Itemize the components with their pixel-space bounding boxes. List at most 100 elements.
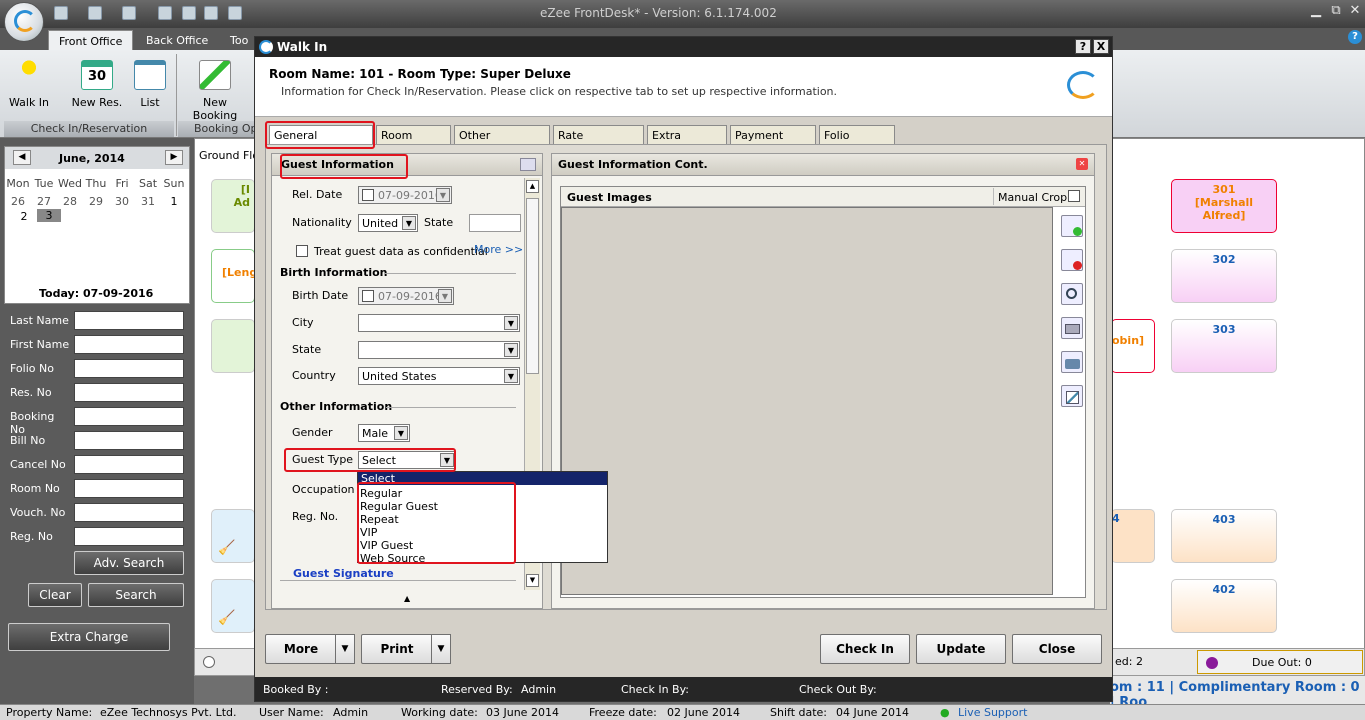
more-button[interactable]: More bbox=[265, 634, 337, 664]
zoom-image-icon[interactable] bbox=[1061, 283, 1083, 305]
room-402[interactable]: 402 bbox=[1171, 579, 1277, 633]
tab-room-sharing[interactable]: Room Sharing bbox=[376, 125, 451, 155]
room-card[interactable]: [Leng bbox=[211, 249, 257, 303]
tab-tools[interactable]: Too bbox=[220, 30, 258, 50]
birth-date-checkbox[interactable] bbox=[362, 290, 374, 302]
room-301[interactable]: 301 [Marshall Alfred] bbox=[1171, 179, 1277, 233]
room-card-dirty[interactable]: 🧹 bbox=[211, 579, 255, 633]
tab-extra-charges[interactable]: Extra Charges bbox=[647, 125, 727, 155]
next-month-button[interactable]: ▶ bbox=[165, 150, 183, 165]
res-no-input[interactable] bbox=[74, 383, 184, 402]
chevron-down-icon[interactable]: ▼ bbox=[504, 316, 518, 330]
adv-search-button[interactable]: Adv. Search bbox=[74, 551, 184, 575]
city-select[interactable]: ▼ bbox=[358, 314, 520, 332]
clear-button[interactable]: Clear bbox=[28, 583, 82, 607]
db-icon[interactable] bbox=[54, 6, 68, 20]
chevron-down-icon[interactable]: ▼ bbox=[436, 188, 450, 202]
chevron-down-icon[interactable]: ▼ bbox=[402, 216, 416, 230]
screen-icon[interactable] bbox=[88, 6, 102, 20]
room-card[interactable]: [I Ad bbox=[211, 179, 255, 233]
manual-crop-checkbox[interactable] bbox=[1068, 190, 1080, 202]
print-image-icon[interactable] bbox=[1061, 317, 1083, 339]
list-button[interactable]: List bbox=[132, 58, 168, 118]
floor-tab[interactable]: Ground Flo bbox=[199, 149, 259, 162]
room-303[interactable]: 303 bbox=[1171, 319, 1277, 373]
bill-no-input[interactable] bbox=[74, 431, 184, 450]
new-res-button[interactable]: 30 New Res. bbox=[70, 58, 124, 118]
close-app-button[interactable]: ✕ bbox=[1347, 3, 1363, 19]
print-dropdown-icon[interactable]: ▼ bbox=[431, 634, 451, 664]
room-card-dirty[interactable]: 🧹 bbox=[211, 509, 255, 563]
scroll-up-button[interactable]: ▲ bbox=[526, 180, 539, 193]
room-302[interactable]: 302 bbox=[1171, 249, 1277, 303]
dialog-close-icon[interactable]: X bbox=[1093, 39, 1109, 54]
calendar-day[interactable]: 28 bbox=[57, 195, 83, 208]
delete-image-icon[interactable] bbox=[1061, 249, 1083, 271]
more-dropdown-icon[interactable]: ▼ bbox=[335, 634, 355, 664]
envelope-icon[interactable] bbox=[122, 6, 136, 20]
birth-state-select[interactable]: ▼ bbox=[358, 341, 520, 359]
door-icon[interactable] bbox=[158, 6, 172, 20]
print-button[interactable]: Print bbox=[361, 634, 433, 664]
add-image-icon[interactable] bbox=[1061, 215, 1083, 237]
search-button[interactable]: Search bbox=[88, 583, 184, 607]
gender-select[interactable]: Male ▼ bbox=[358, 424, 410, 442]
help-icon[interactable]: ? bbox=[1348, 30, 1362, 44]
room-card[interactable]: 4 bbox=[1111, 509, 1155, 563]
guest-images-area[interactable] bbox=[561, 207, 1053, 595]
chevron-down-icon[interactable]: ▼ bbox=[394, 426, 408, 440]
close-pane-icon[interactable]: ✕ bbox=[1076, 158, 1088, 170]
room-no-input[interactable] bbox=[74, 479, 184, 498]
more-link[interactable]: More >> bbox=[474, 243, 523, 256]
chevron-down-icon[interactable]: ▼ bbox=[504, 369, 518, 383]
tab-front-office[interactable]: Front Office bbox=[48, 30, 134, 50]
room-card[interactable] bbox=[211, 319, 255, 373]
calendar-day[interactable]: 31 bbox=[135, 195, 161, 208]
rel-date-picker[interactable]: 07-09-2016 ▼ bbox=[358, 186, 452, 204]
calendar-day[interactable]: 29 bbox=[83, 195, 109, 208]
scroll-down-button[interactable]: ▼ bbox=[526, 574, 539, 587]
close-button[interactable]: Close bbox=[1012, 634, 1102, 664]
first-name-input[interactable] bbox=[74, 335, 184, 354]
tab-other-information[interactable]: Other Information bbox=[454, 125, 550, 155]
reg-no-input[interactable] bbox=[74, 527, 184, 546]
live-support-link[interactable]: Live Support bbox=[958, 706, 1027, 719]
nationality-select[interactable]: United S ▼ bbox=[358, 214, 418, 232]
prev-month-button[interactable]: ◀ bbox=[13, 150, 31, 165]
scroll-thumb[interactable] bbox=[526, 198, 539, 374]
check-icon[interactable] bbox=[228, 6, 242, 20]
birth-date-picker[interactable]: 07-09-2016 ▼ bbox=[358, 287, 454, 305]
room-card[interactable]: obin] bbox=[1111, 319, 1155, 373]
dialog-help-button[interactable]: ? bbox=[1075, 39, 1091, 54]
cancel-no-input[interactable] bbox=[74, 455, 184, 474]
calendar-day-selected[interactable]: 3 bbox=[37, 209, 61, 222]
state-input[interactable] bbox=[469, 214, 521, 232]
pdf-icon[interactable] bbox=[204, 6, 218, 20]
minimize-button[interactable]: ▁ bbox=[1308, 3, 1324, 19]
card-view-icon[interactable] bbox=[520, 158, 536, 171]
tab-folio-summary[interactable]: Folio Summary bbox=[819, 125, 895, 155]
confidential-checkbox[interactable] bbox=[296, 245, 308, 257]
check-in-button[interactable]: Check In bbox=[820, 634, 910, 664]
rel-date-checkbox[interactable] bbox=[362, 189, 374, 201]
app-logo-icon[interactable] bbox=[4, 2, 44, 42]
extra-charge-button[interactable]: Extra Charge bbox=[8, 623, 170, 651]
chevron-down-icon[interactable]: ▼ bbox=[504, 343, 518, 357]
folio-no-input[interactable] bbox=[74, 359, 184, 378]
restore-button[interactable]: ⧉ bbox=[1328, 3, 1344, 19]
last-name-input[interactable] bbox=[74, 311, 184, 330]
booking-no-input[interactable] bbox=[74, 407, 184, 426]
camera-icon[interactable] bbox=[1061, 351, 1083, 373]
update-button[interactable]: Update bbox=[916, 634, 1006, 664]
calendar-day[interactable]: 30 bbox=[109, 195, 135, 208]
tab-rate-information[interactable]: Rate Information bbox=[553, 125, 644, 155]
calendar-day[interactable]: 1 bbox=[161, 195, 187, 208]
calendar-day[interactable]: 2 bbox=[11, 210, 37, 223]
walk-in-button[interactable]: Walk In bbox=[6, 58, 52, 118]
room-403[interactable]: 403 bbox=[1171, 509, 1277, 563]
scan-image-icon[interactable] bbox=[1061, 385, 1083, 407]
tab-payment-details[interactable]: Payment Details bbox=[730, 125, 816, 155]
status-radio[interactable] bbox=[203, 656, 215, 668]
chevron-down-icon[interactable]: ▼ bbox=[438, 289, 452, 303]
collapse-up-icon[interactable]: ▲ bbox=[404, 594, 410, 603]
